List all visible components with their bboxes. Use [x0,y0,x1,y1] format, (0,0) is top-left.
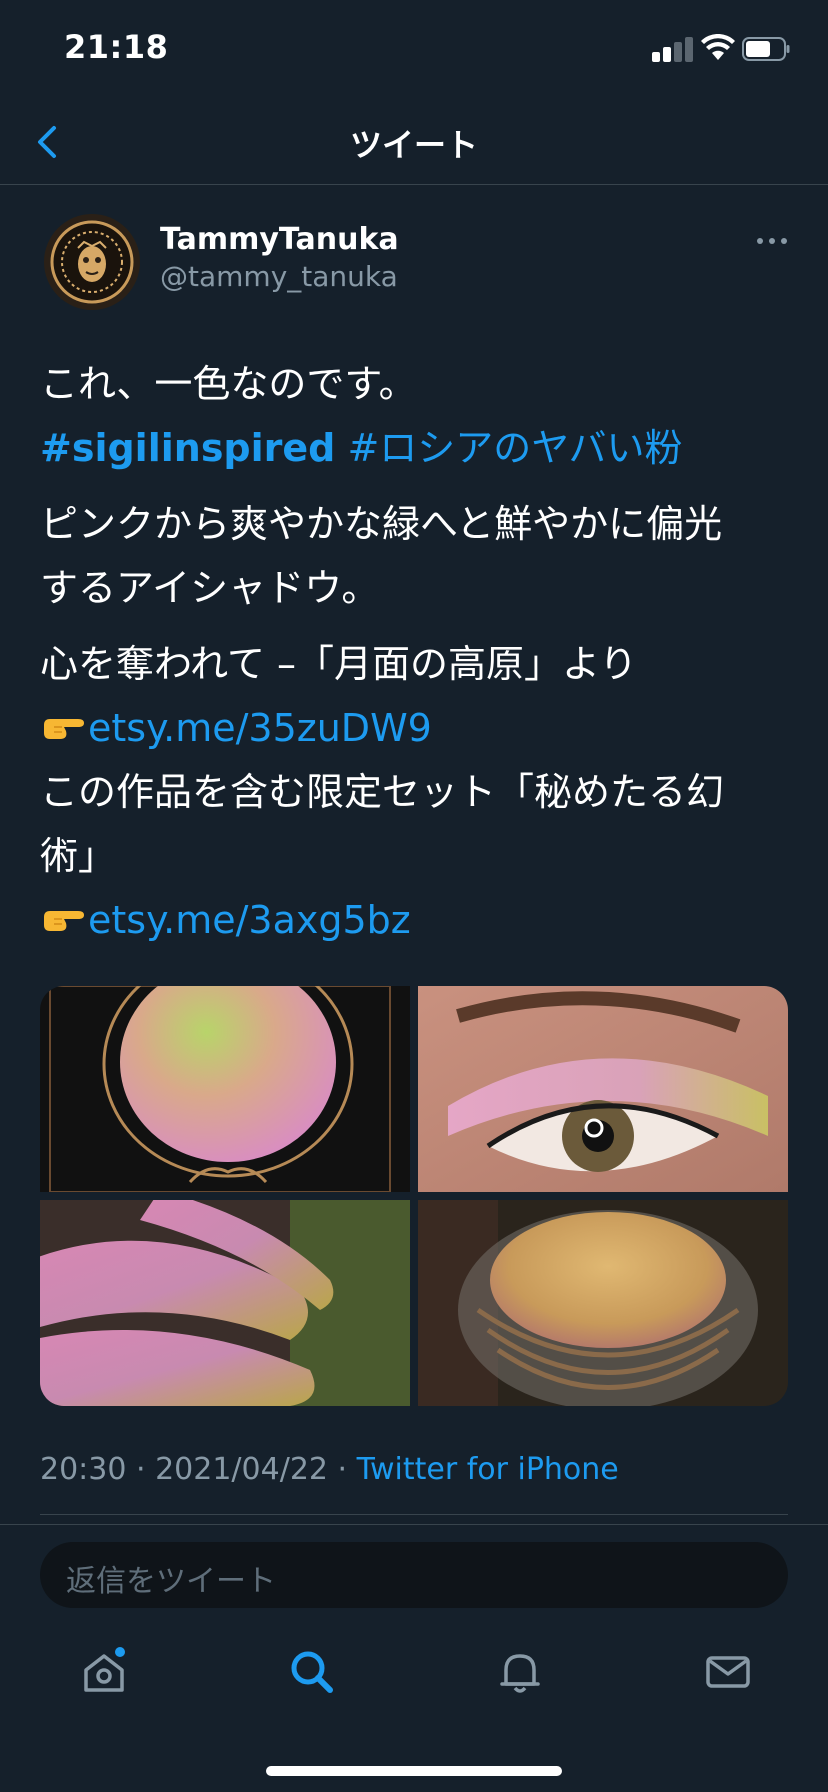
tab-search[interactable] [284,1644,340,1700]
status-time: 21:18 [64,28,169,66]
tweet-date: 2021/04/22 [155,1452,328,1487]
avatar[interactable] [44,214,140,310]
meta-separator: · [328,1452,357,1487]
meta-separator: · [126,1452,156,1487]
tweet-line: これ、一色なのです。 [40,362,417,406]
media-image-finger-swatch[interactable] [40,1200,410,1406]
battery-icon [742,37,790,61]
wifi-icon [701,34,735,60]
etsy-link-1[interactable]: etsy.me/35zuDW9 [88,706,432,750]
link-line: etsy.me/3axg5bz [40,888,800,952]
home-indicator [266,1766,562,1776]
page-title: ツイート [349,126,478,164]
nav-header: ツイート [0,100,828,185]
reply-input[interactable]: 返信をツイート [40,1542,788,1608]
tweet-text: これ、一色なのです。 #sigilinspired #ロシアのヤバい粉 ピンクか… [40,352,800,952]
cellular-signal-icon [652,36,694,62]
media-image-eye-makeup[interactable] [418,986,788,1192]
tab-notifications[interactable] [492,1644,548,1700]
reply-placeholder: 返信をツイート [66,1564,276,1599]
pointing-right-emoji-icon [44,719,84,739]
bell-icon [500,1654,540,1693]
tweet-meta: 20:30 · 2021/04/22 · Twitter for iPhone [40,1452,619,1487]
media-image-powder-jar[interactable] [418,1200,788,1406]
more-horizontal-icon[interactable] [752,226,792,256]
tweet-source-link[interactable]: Twitter for iPhone [357,1452,619,1487]
search-icon [291,1651,333,1693]
hashtag-line: #sigilinspired #ロシアのヤバい粉 [40,416,800,480]
tweet-line: 心を奪われて –「月面の高原」より [40,642,638,686]
media-grid [40,986,788,1406]
mail-icon [706,1656,750,1688]
tab-home[interactable] [76,1644,132,1700]
tweet-line: 術」 [40,834,117,878]
divider [0,1524,828,1525]
status-bar: 21:18 [0,0,828,100]
tweet-line: するアイシャドウ。 [40,566,380,610]
divider [40,1514,788,1515]
hashtag-link[interactable]: #ロシアのヤバい粉 [347,426,682,470]
tab-messages[interactable] [700,1644,756,1700]
author-handle[interactable]: @tammy_tanuka [160,260,398,293]
bottom-tab-bar [0,1628,828,1728]
tweet-detail-screen: 21:18 ツイート TammyTanuka @tammy_tanuka これ、… [0,0,828,1792]
etsy-link-2[interactable]: etsy.me/3axg5bz [88,898,411,942]
tweet-time: 20:30 [40,1452,127,1487]
hashtag-link[interactable]: #sigilinspired [40,426,335,470]
author-name[interactable]: TammyTanuka [160,222,399,257]
media-image-eyeshadow-pan[interactable] [40,986,410,1192]
tweet-line: この作品を含む限定セット「秘めたる幻 [40,770,725,814]
tweet-line: ピンクから爽やかな緑へと鮮やかに偏光 [40,502,723,546]
pointing-right-emoji-icon [44,911,84,931]
link-line: etsy.me/35zuDW9 [40,696,800,760]
home-icon [84,1647,125,1692]
